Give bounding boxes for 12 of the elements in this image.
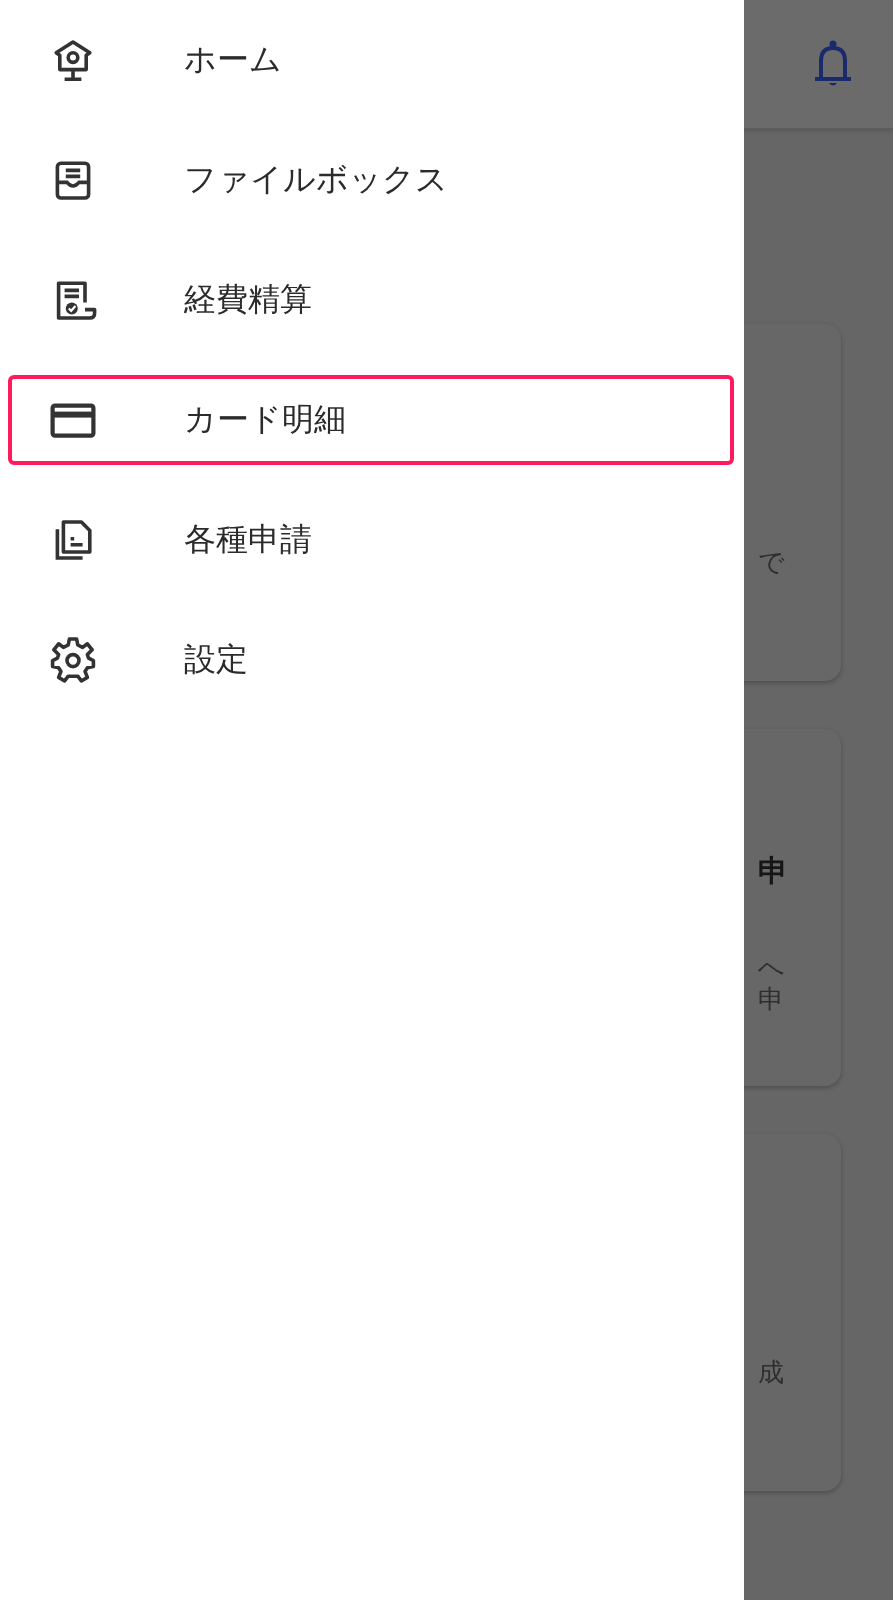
menu-item[interactable]: 各種申請 — [8, 495, 734, 585]
card-description: 成 — [758, 1356, 784, 1388]
menu-item[interactable]: ホーム — [8, 15, 734, 105]
menu-item[interactable]: ファイルボックス — [8, 135, 734, 225]
card-description: 申 — [758, 983, 785, 1015]
menu-item[interactable]: 設定 — [8, 615, 734, 705]
menu-item[interactable]: カード明細 — [8, 375, 734, 465]
card-description: へ — [758, 951, 785, 983]
menu-item[interactable]: 経費精算 — [8, 255, 734, 345]
card-title: 申 — [758, 852, 788, 890]
settings-icon — [49, 636, 97, 684]
card-description: で — [758, 546, 785, 578]
